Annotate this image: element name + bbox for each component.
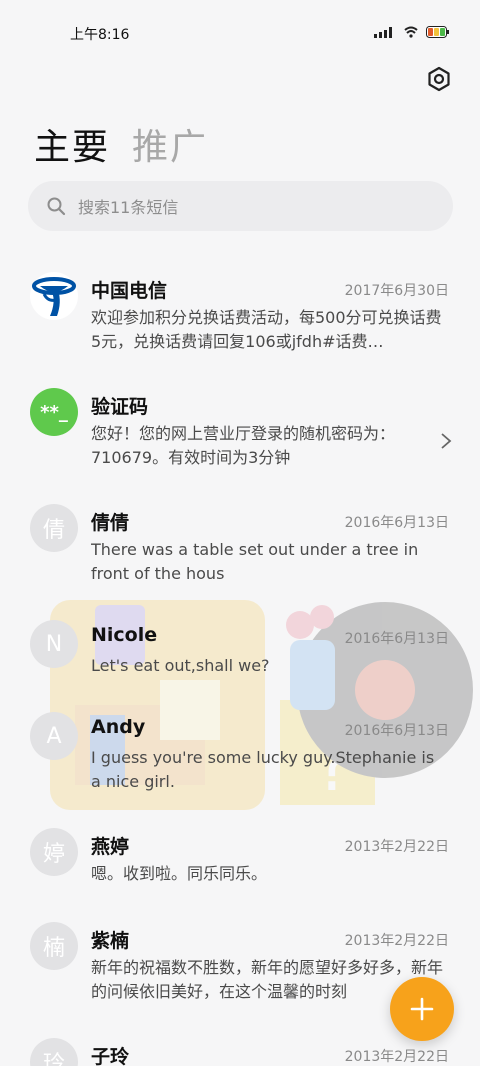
chevron-right-icon[interactable] xyxy=(440,432,452,450)
message-date: 2016年6月13日 xyxy=(344,515,449,531)
settings-gear-icon[interactable] xyxy=(426,66,452,92)
contact-avatar: 婷 xyxy=(30,828,78,876)
message-date: 2013年2月22日 xyxy=(344,839,449,855)
search-icon xyxy=(47,197,66,216)
wifi-icon xyxy=(404,26,418,38)
battery-icon xyxy=(426,26,449,38)
new-message-button[interactable] xyxy=(390,977,454,1041)
conversation-item-qianqian[interactable]: 倩 倩倩 2016年6月13日 There was a table set ou… xyxy=(0,494,480,604)
message-preview: 您好！您的网上营业厅登录的随机密码为：710679。有效时间为3分钟 xyxy=(91,424,396,467)
message-date: 2017年6月30日 xyxy=(344,283,449,299)
china-telecom-logo-avatar xyxy=(30,272,78,320)
contact-name: 燕婷 xyxy=(91,836,130,858)
tab-bar: 主要 推广 xyxy=(34,118,208,170)
contact-name: 紫楠 xyxy=(91,930,130,952)
contact-name: 子玲 xyxy=(91,1046,130,1066)
message-preview: Let's eat out,shall we? xyxy=(91,656,270,675)
tab-main[interactable]: 主要 xyxy=(34,118,110,170)
contact-avatar: 倩 xyxy=(30,504,78,552)
status-time: 上午8:16 xyxy=(70,27,130,43)
message-date: 2013年2月22日 xyxy=(344,1049,449,1065)
contact-name: 倩倩 xyxy=(91,512,130,534)
search-placeholder: 搜索11条短信 xyxy=(78,198,179,217)
contact-avatar: 玲 xyxy=(30,1038,78,1066)
status-bar: 上午8:16 xyxy=(0,0,480,66)
contact-avatar: A xyxy=(30,712,78,760)
message-preview: I guess you're some lucky guy.Stephanie … xyxy=(91,748,435,791)
contact-name: Nicole xyxy=(91,624,158,646)
message-preview: 新年的祝福数不胜数，新年的愿望好多好多，新年的问候依旧美好，在这个温馨的时刻 xyxy=(91,958,443,1001)
contact-avatar: 楠 xyxy=(30,922,78,970)
verification-avatar: **_ xyxy=(30,388,78,436)
message-preview: There was a table set out under a tree i… xyxy=(91,540,419,583)
signal-icon xyxy=(374,27,392,38)
message-preview: 嗯。收到啦。同乐同乐。 xyxy=(91,864,268,883)
message-date: 2016年6月13日 xyxy=(344,723,449,739)
contact-name: Andy xyxy=(91,716,146,738)
status-icons xyxy=(374,26,450,38)
contact-name: 验证码 xyxy=(91,396,149,418)
china-telecom-logo-icon xyxy=(32,277,76,316)
message-preview: 欢迎参加积分兑换话费活动，每500分可兑换话费5元，兑换话费请回复106或jfd… xyxy=(91,308,442,351)
contact-name: 中国电信 xyxy=(91,280,168,302)
plus-icon xyxy=(410,997,434,1021)
tab-promotions[interactable]: 推广 xyxy=(132,118,208,170)
conversation-item-andy[interactable]: A Andy 2016年6月13日 I guess you're some lu… xyxy=(0,702,480,812)
search-bar[interactable]: 搜索11条短信 xyxy=(28,181,453,231)
contact-avatar: N xyxy=(30,620,78,668)
message-date: 2013年2月22日 xyxy=(344,933,449,949)
message-date: 2016年6月13日 xyxy=(344,631,449,647)
conversation-item-verification-code[interactable]: **_ 验证码 您好！您的网上营业厅登录的随机密码为：710679。有效时间为3… xyxy=(0,378,480,488)
conversation-item-china-telecom[interactable]: 中国电信 2017年6月30日 欢迎参加积分兑换话费活动，每500分可兑换话费5… xyxy=(0,262,480,372)
